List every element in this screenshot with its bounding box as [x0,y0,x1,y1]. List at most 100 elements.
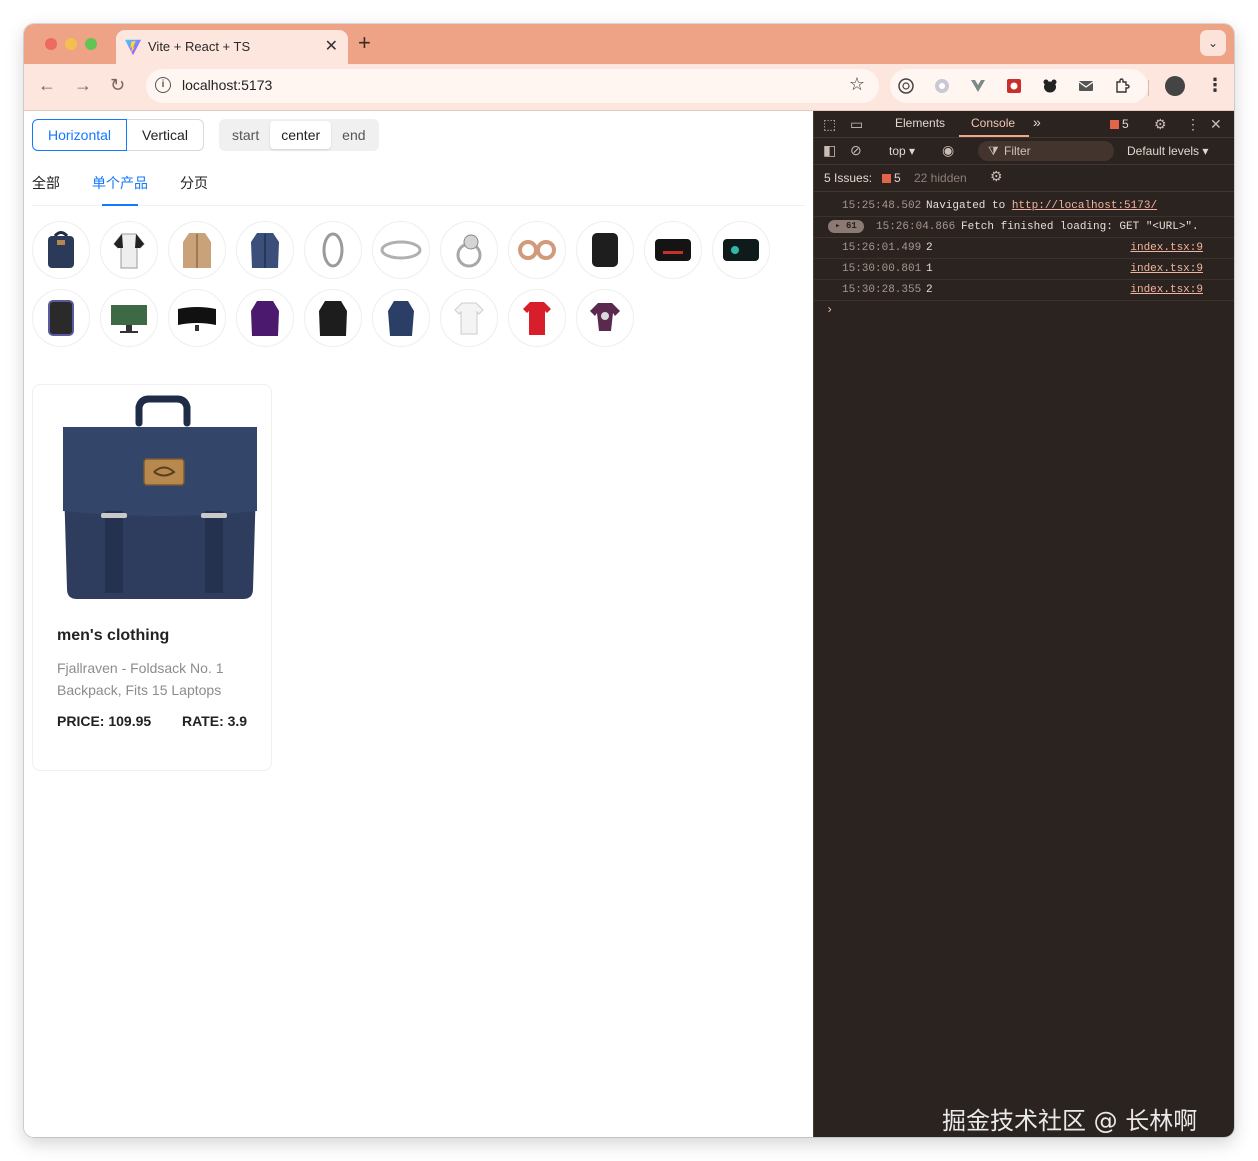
context-selector[interactable]: top ▾ [889,144,915,158]
log-message-text: Navigated to [926,200,1012,212]
issues-count[interactable]: 5 [882,171,901,185]
issue-flag-icon [882,174,891,183]
align-segmented: start center end [219,119,379,151]
browser-toolbar: ← → ↻ i localhost:5173 ☆ ⋮ [24,64,1234,111]
tab-search-button[interactable]: ⌄ [1200,30,1226,56]
product-rate: RATE: 3.9 [182,713,248,729]
thumb-leather-jacket[interactable] [304,289,362,347]
vite-logo-icon [124,39,142,56]
log-source-link[interactable]: index.tsx:9 [1130,242,1203,254]
thumb-earrings[interactable] [508,221,566,279]
console-toolbar: ◧ ⊘ top ▾ ◉ ⧩ Filter Default levels ▾ [814,138,1234,165]
tab-all[interactable]: 全部 [32,173,60,193]
segment-center[interactable]: center [270,121,332,149]
product-image [63,395,257,599]
thumb-ring-band[interactable] [372,221,430,279]
thumb-princess-ring[interactable] [440,221,498,279]
thumb-external-drive[interactable] [32,289,90,347]
tab-elements[interactable]: Elements [895,116,945,130]
extension-red-icon[interactable] [1006,78,1022,94]
thumb-ssd-plus[interactable] [712,221,770,279]
address-url[interactable]: localhost:5173 [182,77,272,93]
log-levels-dropdown[interactable]: Default levels ▾ [1127,144,1208,158]
thumb-raglan-shirt[interactable] [100,221,158,279]
more-tabs-icon[interactable]: » [1033,114,1041,130]
radio-horizontal[interactable]: Horizontal [32,119,128,151]
tab-single-product[interactable]: 单个产品 [92,173,148,193]
log-repeat-count-value: 61 [846,221,857,231]
log-timestamp: 15:30:28.355 [842,284,922,296]
device-toolbar-icon[interactable]: ▭ [850,116,863,133]
console-filter-input[interactable]: ⧩ Filter [978,141,1114,161]
settings-gear-icon[interactable]: ⚙ [1154,116,1167,133]
thumb-monitor[interactable] [100,289,158,347]
extension-globe-icon[interactable] [934,78,950,94]
console-settings-icon[interactable]: ⚙ [990,168,1003,185]
vue-devtools-icon[interactable] [970,78,986,94]
new-tab-button[interactable]: + [358,30,371,56]
radio-vertical[interactable]: Vertical [127,119,204,151]
thumb-curved-monitor[interactable] [168,289,226,347]
console-prompt[interactable]: › [826,303,833,317]
extension-bear-icon[interactable] [1042,78,1058,94]
mail-icon[interactable] [1078,78,1094,94]
extensions-puzzle-icon[interactable] [1114,78,1130,94]
log-link[interactable]: http://localhost:5173/ [1012,200,1157,212]
reload-icon[interactable]: ↻ [110,75,125,96]
address-bar[interactable]: i localhost:5173 ☆ [146,69,879,103]
issues-badge-count: 5 [1122,117,1129,131]
log-timestamp: 15:30:00.801 [842,263,922,275]
log-message: 2 [926,242,933,254]
console-log-row: 15:30:28.355 2 index.tsx:9 [814,279,1234,301]
thumb-backpack[interactable] [32,221,90,279]
clear-console-icon[interactable]: ⊘ [850,142,862,159]
thumb-rain-jacket[interactable] [372,289,430,347]
bookmark-star-icon[interactable]: ☆ [849,74,865,95]
segment-end[interactable]: end [331,121,376,149]
minimize-window-button[interactable] [65,38,77,50]
segment-start[interactable]: start [221,121,270,149]
devtools-panel: ⬚ ▭ Elements Console » 5 ⚙ ⋮ ✕ ◧ ⊘ top ▾… [813,111,1234,1137]
tab-console[interactable]: Console [971,116,1015,130]
thumb-purple-tshirt[interactable] [576,289,634,347]
close-window-button[interactable] [45,38,57,50]
browser-menu-icon[interactable]: ⋮ [1206,75,1224,96]
thumb-jacket[interactable] [168,221,226,279]
log-repeat-count[interactable]: ▸ 61 [828,220,864,233]
product-card[interactable]: men's clothing Fjallraven - Foldsack No.… [32,384,272,771]
thumb-bracelet[interactable] [304,221,362,279]
log-source-link[interactable]: index.tsx:9 [1130,263,1203,275]
tab-close-icon[interactable]: ✕ [325,36,338,56]
product-price: PRICE: 109.95 [57,713,152,729]
profile-avatar[interactable] [1165,76,1185,96]
toolbar-separator [1148,80,1149,96]
log-source-link[interactable]: index.tsx:9 [1130,284,1203,296]
thumb-red-top[interactable] [508,289,566,347]
inspect-element-icon[interactable]: ⬚ [823,116,836,133]
sidebar-toggle-icon[interactable]: ◧ [823,142,836,159]
thumb-snowboard-jacket[interactable] [236,289,294,347]
site-info-icon[interactable]: i [155,77,171,93]
forward-arrow-icon[interactable]: → [74,75,92,96]
thumb-hard-drive[interactable] [576,221,634,279]
log-message: 2 [926,284,933,296]
extension-circle-icon[interactable] [898,78,914,94]
product-category: men's clothing [57,627,170,644]
filter-funnel-icon: ⧩ [988,144,999,158]
tab-pagination[interactable]: 分页 [180,173,208,193]
issues-bar: 5 Issues: 5 22 hidden ⚙ [814,165,1234,192]
browser-tab[interactable]: Vite + React + TS ✕ [116,30,348,64]
issues-badge[interactable]: 5 [1110,117,1129,131]
close-devtools-icon[interactable]: ✕ [1210,116,1222,133]
console-log-row: 15:30:00.801 1 index.tsx:9 [814,258,1234,280]
thumb-slim-shirt[interactable] [236,221,294,279]
thumb-ssd[interactable] [644,221,702,279]
console-log-row: 15:25:48.502 Navigated to http://localho… [814,195,1234,217]
issues-count-value: 5 [894,171,901,185]
thumb-white-tshirt[interactable] [440,289,498,347]
devtools-menu-icon[interactable]: ⋮ [1186,116,1200,133]
live-expression-eye-icon[interactable]: ◉ [942,142,954,159]
browser-window: Vite + React + TS ✕ + ⌄ ← → ↻ i localhos… [24,24,1234,1137]
back-arrow-icon[interactable]: ← [38,75,56,96]
maximize-window-button[interactable] [85,38,97,50]
